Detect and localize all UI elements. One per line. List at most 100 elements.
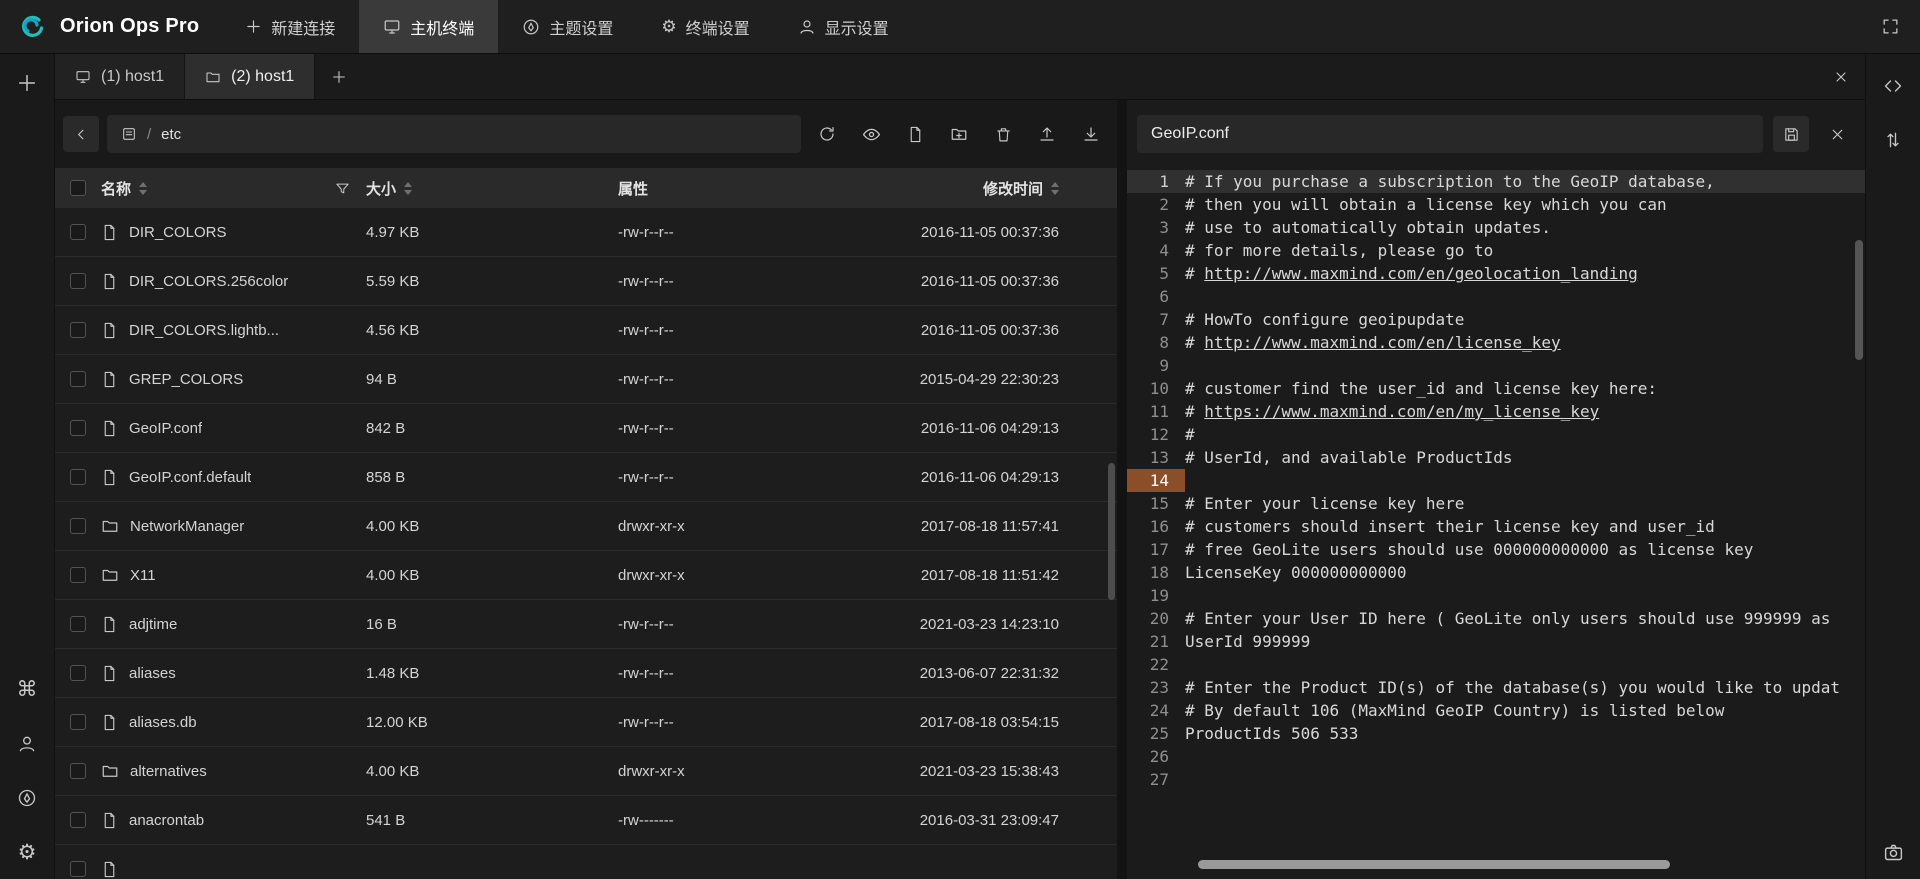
file-name[interactable]: DIR_COLORS.256color [129,273,288,290]
file-name[interactable]: X11 [130,567,156,584]
new-folder-icon[interactable] [941,116,977,152]
table-row[interactable]: DIR_COLORS.lightb...4.56 KB-rw-r--r--201… [55,306,1117,355]
close-editor-icon[interactable] [1819,116,1855,152]
url-link[interactable]: http://www.maxmind.com/en/geolocation_la… [1204,264,1637,283]
file-name[interactable]: DIR_COLORS.lightb... [129,322,279,339]
preview-eye-icon[interactable] [853,116,889,152]
code-line[interactable]: # If you purchase a subscription to the … [1185,170,1865,193]
file-name[interactable]: NetworkManager [130,518,244,535]
row-checkbox[interactable] [70,763,86,779]
swap-vertical-icon[interactable] [1883,130,1903,150]
download-icon[interactable] [1073,116,1109,152]
code-line[interactable]: # free GeoLite users should use 00000000… [1185,538,1865,561]
editor-horizontal-scrollbar[interactable] [1185,860,1841,869]
file-name[interactable]: anacrontab [129,812,204,829]
code-line[interactable]: # Enter your User ID here ( GeoLite only… [1185,607,1865,630]
file-name[interactable]: adjtime [129,616,177,633]
table-row[interactable]: GeoIP.conf.default858 B-rw-r--r--2016-11… [55,453,1117,502]
menu-new-connection[interactable]: 新建连接 [221,0,359,53]
code-line[interactable]: # Enter the Product ID(s) of the databas… [1185,676,1865,699]
editor-vertical-scrollbar[interactable] [1855,240,1863,360]
table-row[interactable]: alternatives4.00 KBdrwxr-xr-x2021-03-23 … [55,747,1117,796]
user-icon[interactable] [17,734,37,754]
code-line[interactable]: # customers should insert their license … [1185,515,1865,538]
column-mtime[interactable]: 修改时间 [898,178,1117,199]
breadcrumb[interactable]: / etc [107,115,801,153]
row-checkbox[interactable] [70,665,86,681]
row-checkbox[interactable] [70,812,86,828]
code-line[interactable]: # https://www.maxmind.com/en/my_license_… [1185,400,1865,423]
code-line[interactable]: # http://www.maxmind.com/en/license_key [1185,331,1865,354]
table-row[interactable]: X114.00 KBdrwxr-xr-x2017-08-18 11:51:42 [55,551,1117,600]
url-link[interactable]: https://www.maxmind.com/en/my_license_ke… [1204,402,1599,421]
new-file-icon[interactable] [897,116,933,152]
breadcrumb-current[interactable]: etc [161,126,181,143]
tab-host1-sftp[interactable]: (2) host1 [185,54,315,99]
row-checkbox[interactable] [70,616,86,632]
code-editor[interactable]: 1234567891011121314151617181920212223242… [1127,168,1865,879]
save-button[interactable] [1773,116,1809,152]
gear-icon[interactable]: ⚙ [18,842,37,863]
code-line[interactable]: # By default 106 (MaxMind GeoIP Country)… [1185,699,1865,722]
code-content[interactable]: # If you purchase a subscription to the … [1185,170,1865,879]
url-link[interactable]: http://www.maxmind.com/en/license_key [1204,333,1560,352]
menu-theme-settings[interactable]: 主题设置 [498,0,637,53]
upload-icon[interactable] [1029,116,1065,152]
code-line[interactable] [1185,745,1865,768]
table-row[interactable]: GeoIP.conf842 B-rw-r--r--2016-11-06 04:2… [55,404,1117,453]
command-icon[interactable]: ⌘ [17,679,38,700]
table-row[interactable]: adjtime16 B-rw-r--r--2021-03-23 14:23:10 [55,600,1117,649]
row-checkbox[interactable] [70,518,86,534]
camera-icon[interactable] [1883,842,1904,863]
row-checkbox[interactable] [70,567,86,583]
filter-funnel-icon[interactable] [335,181,350,196]
table-row[interactable]: aliases.db12.00 KB-rw-r--r--2017-08-18 0… [55,698,1117,747]
code-line[interactable]: LicenseKey 000000000000 [1185,561,1865,584]
code-line[interactable]: # HowTo configure geoipupdate [1185,308,1865,331]
code-line[interactable] [1185,285,1865,308]
code-line[interactable] [1185,354,1865,377]
table-row[interactable]: DIR_COLORS.256color5.59 KB-rw-r--r--2016… [55,257,1117,306]
code-line[interactable]: # http://www.maxmind.com/en/geolocation_… [1185,262,1865,285]
column-name[interactable]: 名称 [101,178,366,199]
code-line[interactable] [1185,653,1865,676]
code-line[interactable] [1185,584,1865,607]
table-row[interactable]: GREP_COLORS94 B-rw-r--r--2015-04-29 22:3… [55,355,1117,404]
table-row-partial[interactable] [55,845,1117,879]
back-button[interactable] [63,116,99,152]
table-row[interactable]: aliases1.48 KB-rw-r--r--2013-06-07 22:31… [55,649,1117,698]
row-checkbox[interactable] [70,322,86,338]
code-line[interactable] [1185,469,1865,492]
close-panel-icon[interactable] [1817,54,1865,99]
code-line[interactable]: UserId 999999 [1185,630,1865,653]
row-checkbox[interactable] [70,714,86,730]
menu-terminal-settings[interactable]: ⚙ 终端设置 [637,0,773,53]
code-line[interactable]: # for more details, please go to [1185,239,1865,262]
select-all-checkbox[interactable] [70,180,86,196]
code-icon[interactable] [1883,76,1903,96]
table-row[interactable]: NetworkManager4.00 KBdrwxr-xr-x2017-08-1… [55,502,1117,551]
menu-display-settings[interactable]: 显示设置 [774,0,913,53]
code-line[interactable]: # UserId, and available ProductIds [1185,446,1865,469]
refresh-icon[interactable] [809,116,845,152]
row-checkbox[interactable] [70,861,86,877]
row-checkbox[interactable] [70,420,86,436]
code-line[interactable]: # then you will obtain a license key whi… [1185,193,1865,216]
file-name[interactable]: DIR_COLORS [129,224,227,241]
row-checkbox[interactable] [70,371,86,387]
file-name[interactable]: GREP_COLORS [129,371,243,388]
code-line[interactable]: # Enter your license key here [1185,492,1865,515]
new-tab-button[interactable] [315,54,363,99]
sort-icon[interactable] [404,182,412,195]
file-name[interactable]: aliases.db [129,714,197,731]
sort-icon[interactable] [1051,182,1059,195]
column-size[interactable]: 大小 [366,178,618,199]
row-checkbox[interactable] [70,224,86,240]
tab-host1-terminal[interactable]: (1) host1 [55,54,185,99]
delete-trash-icon[interactable] [985,116,1021,152]
fullscreen-icon[interactable] [1881,17,1920,36]
file-name[interactable]: GeoIP.conf [129,420,202,437]
file-table-scrollbar[interactable] [1108,463,1115,600]
add-connection-icon[interactable] [16,72,38,94]
code-line[interactable] [1185,768,1865,791]
